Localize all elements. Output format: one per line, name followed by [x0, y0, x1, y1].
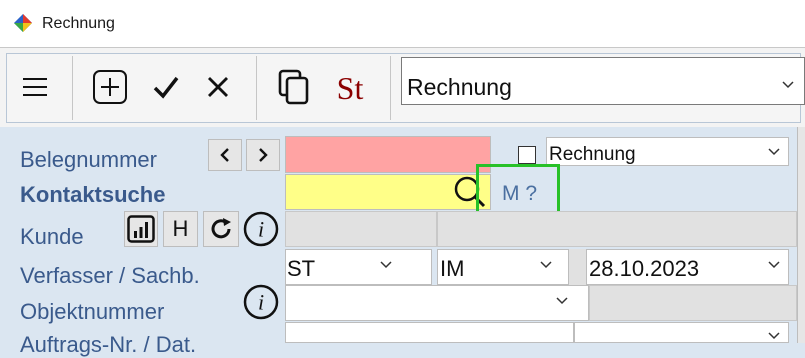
hamburger-menu-button[interactable]: [20, 72, 50, 102]
document-type-value: Rechnung: [407, 74, 512, 100]
check-icon: [153, 76, 179, 99]
statistics-button[interactable]: [124, 211, 158, 247]
kunde-label: Kunde: [20, 224, 84, 249]
kunde-name-field[interactable]: [437, 211, 797, 247]
plus-square-icon: [93, 70, 127, 104]
new-button[interactable]: [92, 69, 128, 105]
chevron-down-icon: [768, 332, 780, 340]
auftrags-label: Auftrags-Nr. / Dat.: [20, 332, 197, 357]
chevron-down-icon: [540, 261, 552, 269]
next-button[interactable]: [246, 139, 280, 171]
bar-chart-icon: [127, 215, 155, 243]
contact-search-hint[interactable]: M ?: [502, 182, 537, 206]
refresh-icon: [211, 218, 231, 239]
st-button[interactable]: St: [330, 68, 370, 108]
objektnummer-select[interactable]: [285, 285, 589, 321]
objektnummer-extra-field[interactable]: [589, 285, 797, 321]
h-button[interactable]: H: [163, 211, 198, 247]
previous-button[interactable]: [208, 139, 242, 171]
objektnummer-label: Objektnummer: [20, 299, 165, 324]
kunde-info-button[interactable]: i: [243, 211, 279, 247]
chevron-left-icon: [220, 148, 229, 162]
title-bar: [0, 0, 805, 47]
info-icon: i: [243, 284, 279, 320]
verfasser-label: Verfasser / Sachb.: [20, 263, 200, 288]
chevron-down-icon: [782, 81, 794, 89]
auftrags-date-select[interactable]: [574, 322, 789, 343]
chevron-down-icon: [768, 261, 780, 269]
scrollbar[interactable]: [797, 127, 805, 343]
info-icon: i: [243, 211, 279, 247]
toolbar-separator: [72, 56, 73, 120]
info-glyph: i: [258, 290, 264, 315]
objektnummer-info-button[interactable]: i: [243, 284, 279, 320]
spacer: [569, 249, 586, 285]
rechnung-dropdown-value: Rechnung: [549, 144, 636, 165]
hamburger-icon: [23, 78, 47, 96]
belegnummer-input[interactable]: [285, 136, 491, 173]
belegnummer-label: Belegnummer: [20, 147, 157, 172]
window-title: Rechnung: [42, 15, 115, 32]
copy-button[interactable]: [277, 68, 311, 106]
x-icon: [208, 77, 228, 97]
refresh-button[interactable]: [203, 211, 239, 247]
info-glyph: i: [258, 217, 264, 242]
auftrags-nr-input[interactable]: [285, 322, 574, 343]
cancel-button[interactable]: [204, 72, 232, 102]
kunde-field[interactable]: [285, 211, 437, 247]
kontaktsuche-label: Kontaktsuche: [20, 182, 166, 207]
copy-icon: [278, 69, 309, 105]
date-select-value: 28.10.2023: [589, 256, 700, 281]
toolbar-separator: [390, 56, 391, 120]
toolbar-separator: [256, 56, 257, 120]
rechnung-checkbox[interactable]: [518, 146, 536, 164]
chevron-down-icon: [556, 297, 568, 305]
confirm-button[interactable]: [150, 72, 182, 102]
app-logo-icon: [14, 14, 32, 32]
sachb-select-value: IM: [440, 256, 465, 281]
chevron-right-icon: [259, 148, 268, 162]
chevron-down-icon: [380, 261, 392, 269]
chevron-down-icon: [768, 148, 780, 156]
verfasser-select-value: ST: [287, 256, 316, 281]
